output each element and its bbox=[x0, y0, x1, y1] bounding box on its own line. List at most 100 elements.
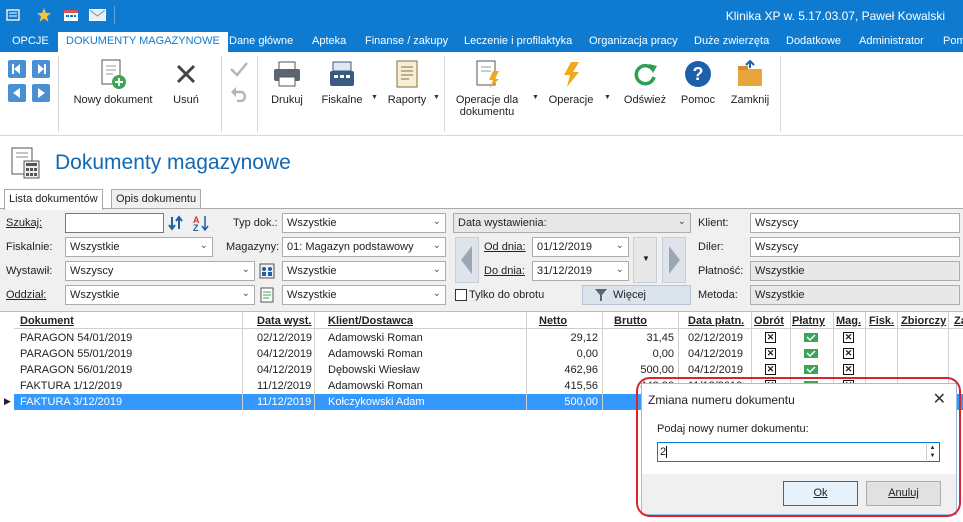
document-list-icon[interactable] bbox=[259, 287, 275, 306]
more-button[interactable]: Więcej bbox=[582, 285, 691, 305]
tab-lista-dokumentow[interactable]: Lista dokumentów bbox=[4, 189, 103, 210]
menu-organizacja[interactable]: Organizacja pracy bbox=[589, 35, 678, 47]
doc-type-select[interactable]: Wszystkie ⌄ bbox=[282, 213, 446, 233]
col-klient[interactable]: Klient/Dostawca bbox=[328, 315, 413, 327]
confirm-icon[interactable] bbox=[229, 60, 249, 81]
filter-icon bbox=[595, 289, 607, 301]
cell-doc: PARAGON 54/01/2019 bbox=[20, 332, 133, 344]
table-row[interactable]: PARAGON 54/01/2019 02/12/2019 Adamowski Ro… bbox=[14, 330, 963, 346]
document-operations-icon bbox=[471, 58, 503, 90]
document-operations-label-2: dokumentu bbox=[459, 106, 515, 118]
dealer-input[interactable]: Wszyscy bbox=[750, 237, 960, 257]
col-data-platn[interactable]: Data płatn. bbox=[688, 315, 744, 327]
column-divider bbox=[526, 312, 527, 410]
client-input[interactable]: Wszyscy bbox=[750, 213, 960, 233]
to-date-picker[interactable]: 31/12/2019 ⌄ bbox=[532, 261, 629, 281]
col-dokument[interactable]: Dokument bbox=[20, 315, 74, 327]
next-period-button[interactable] bbox=[662, 237, 686, 283]
more-label: Więcej bbox=[613, 289, 647, 301]
issued-by-select[interactable]: Wszyscy ⌄ bbox=[65, 261, 255, 281]
close-button[interactable]: Zamknij bbox=[726, 56, 774, 106]
table-row[interactable]: PARAGON 55/01/2019 04/12/2019 Adamowski Ro… bbox=[14, 346, 963, 362]
mail-icon[interactable] bbox=[88, 7, 106, 23]
menu-duze-zwierzeta[interactable]: Duże zwierzęta bbox=[694, 35, 769, 47]
col-netto[interactable]: Netto bbox=[539, 315, 567, 327]
col-obrot[interactable]: Obrót bbox=[754, 315, 784, 327]
menu-finanse[interactable]: Finanse / zakupy bbox=[365, 35, 448, 47]
calendar-icon[interactable] bbox=[62, 7, 80, 23]
only-turnover-checkbox[interactable] bbox=[455, 289, 467, 301]
search-input[interactable] bbox=[65, 213, 164, 233]
fiscal-select[interactable]: Wszystkie ⌄ bbox=[65, 237, 213, 257]
col-zbiorczy[interactable]: Zbiorczy bbox=[901, 315, 946, 327]
payment-select[interactable]: Wszystkie bbox=[750, 261, 960, 281]
table-row[interactable]: PARAGON 56/01/2019 04/12/2019 Dębowski Wie… bbox=[14, 362, 963, 378]
chevron-down-icon: ⌄ bbox=[432, 216, 441, 227]
operations-dropdown-icon[interactable]: ▼ bbox=[604, 94, 611, 101]
document-operations-button[interactable]: Operacje dla dokumentu bbox=[450, 56, 524, 118]
fiscal-button[interactable]: Fiskalne bbox=[316, 56, 368, 106]
refresh-button[interactable]: Odśwież bbox=[622, 56, 668, 106]
last-record-icon[interactable] bbox=[32, 60, 50, 81]
paid-money-icon bbox=[804, 364, 818, 375]
menu-dane-glowne[interactable]: Dane główne bbox=[229, 35, 293, 47]
sort-az-icon[interactable]: AZ bbox=[192, 214, 210, 235]
menu-apteka[interactable]: Apteka bbox=[312, 35, 346, 47]
delete-button[interactable]: Usuń bbox=[166, 56, 206, 106]
sort-arrows-icon[interactable] bbox=[168, 215, 184, 234]
col-mag[interactable]: Mag. bbox=[836, 315, 861, 327]
menu-leczenie[interactable]: Leczenie i profilaktyka bbox=[464, 35, 572, 47]
extra-filter-1-select[interactable]: Wszystkie ⌄ bbox=[282, 261, 446, 281]
calculator-document-icon bbox=[10, 147, 42, 182]
col-fisk[interactable]: Fisk. bbox=[869, 315, 894, 327]
cell-date: 11/12/2019 bbox=[257, 396, 312, 408]
from-date-picker[interactable]: 01/12/2019 ⌄ bbox=[532, 237, 629, 257]
star-icon[interactable] bbox=[35, 7, 53, 23]
prev-record-icon[interactable] bbox=[8, 84, 26, 105]
first-record-icon[interactable] bbox=[8, 60, 26, 81]
menu-administrator[interactable]: Administrator bbox=[859, 35, 924, 47]
cell-net: 415,56 bbox=[564, 380, 598, 392]
only-turnover-label: Tylko do obrotu bbox=[469, 289, 545, 301]
cell-client: Kołczykowski Adam bbox=[328, 396, 425, 408]
highlight-annotation bbox=[636, 377, 961, 517]
payment-label: Płatność: bbox=[698, 265, 744, 277]
method-select[interactable]: Wszystkie bbox=[750, 285, 960, 305]
col-brutto[interactable]: Brutto bbox=[614, 315, 647, 327]
turnover-checkbox-icon: ✕ bbox=[765, 332, 776, 343]
chevron-down-icon: ⌄ bbox=[241, 288, 250, 299]
warehouse-select[interactable]: 01: Magazyn podstawowy ⌄ bbox=[282, 237, 446, 257]
date-field-select[interactable]: Data wystawienia: ⌄ bbox=[453, 213, 691, 233]
app-menu-icon[interactable] bbox=[4, 7, 22, 23]
prev-period-button[interactable] bbox=[455, 237, 479, 283]
refresh-icon bbox=[629, 58, 661, 90]
tab-opis-dokumentu[interactable]: Opis dokumentu bbox=[111, 189, 202, 209]
dealer-label: Diler: bbox=[698, 241, 724, 253]
undo-icon[interactable] bbox=[229, 84, 249, 105]
col-platny[interactable]: Płatny bbox=[792, 315, 825, 327]
document-operations-dropdown-icon[interactable]: ▼ bbox=[532, 94, 539, 101]
help-button[interactable]: ? Pomoc bbox=[678, 56, 718, 106]
col-data-wyst[interactable]: Data wyst. bbox=[257, 315, 311, 327]
new-document-button[interactable]: Nowy dokument bbox=[66, 56, 160, 106]
cell-net: 462,96 bbox=[564, 364, 598, 376]
period-dropdown-button[interactable]: ▼ bbox=[633, 237, 657, 283]
menu-dokumenty-magazynowe[interactable]: DOKUMENTY MAGAZYNOWE bbox=[58, 32, 228, 52]
operations-button[interactable]: Operacje bbox=[546, 56, 596, 106]
branch-select[interactable]: Wszystkie ⌄ bbox=[65, 285, 255, 305]
menu-opcje[interactable]: OPCJE bbox=[12, 35, 49, 47]
print-button[interactable]: Drukuj bbox=[264, 56, 310, 106]
menu-dodatkowe[interactable]: Dodatkowe bbox=[786, 35, 841, 47]
turnover-checkbox-icon: ✕ bbox=[765, 364, 776, 375]
reports-dropdown-icon[interactable]: ▼ bbox=[433, 94, 440, 101]
close-label: Zamknij bbox=[730, 94, 770, 106]
fiscal-dropdown-icon[interactable]: ▼ bbox=[371, 94, 378, 101]
next-record-icon[interactable] bbox=[32, 84, 50, 105]
reports-button[interactable]: Raporty bbox=[384, 56, 430, 106]
menu-pomoc-cut[interactable]: Pom bbox=[943, 35, 963, 47]
cell-client: Adamowski Roman bbox=[328, 380, 423, 392]
col-za[interactable]: Za bbox=[954, 315, 963, 327]
document-operations-label-1: Operacje dla bbox=[455, 94, 519, 106]
extra-filter-2-select[interactable]: Wszystkie ⌄ bbox=[282, 285, 446, 305]
people-grid-icon[interactable] bbox=[259, 263, 275, 282]
